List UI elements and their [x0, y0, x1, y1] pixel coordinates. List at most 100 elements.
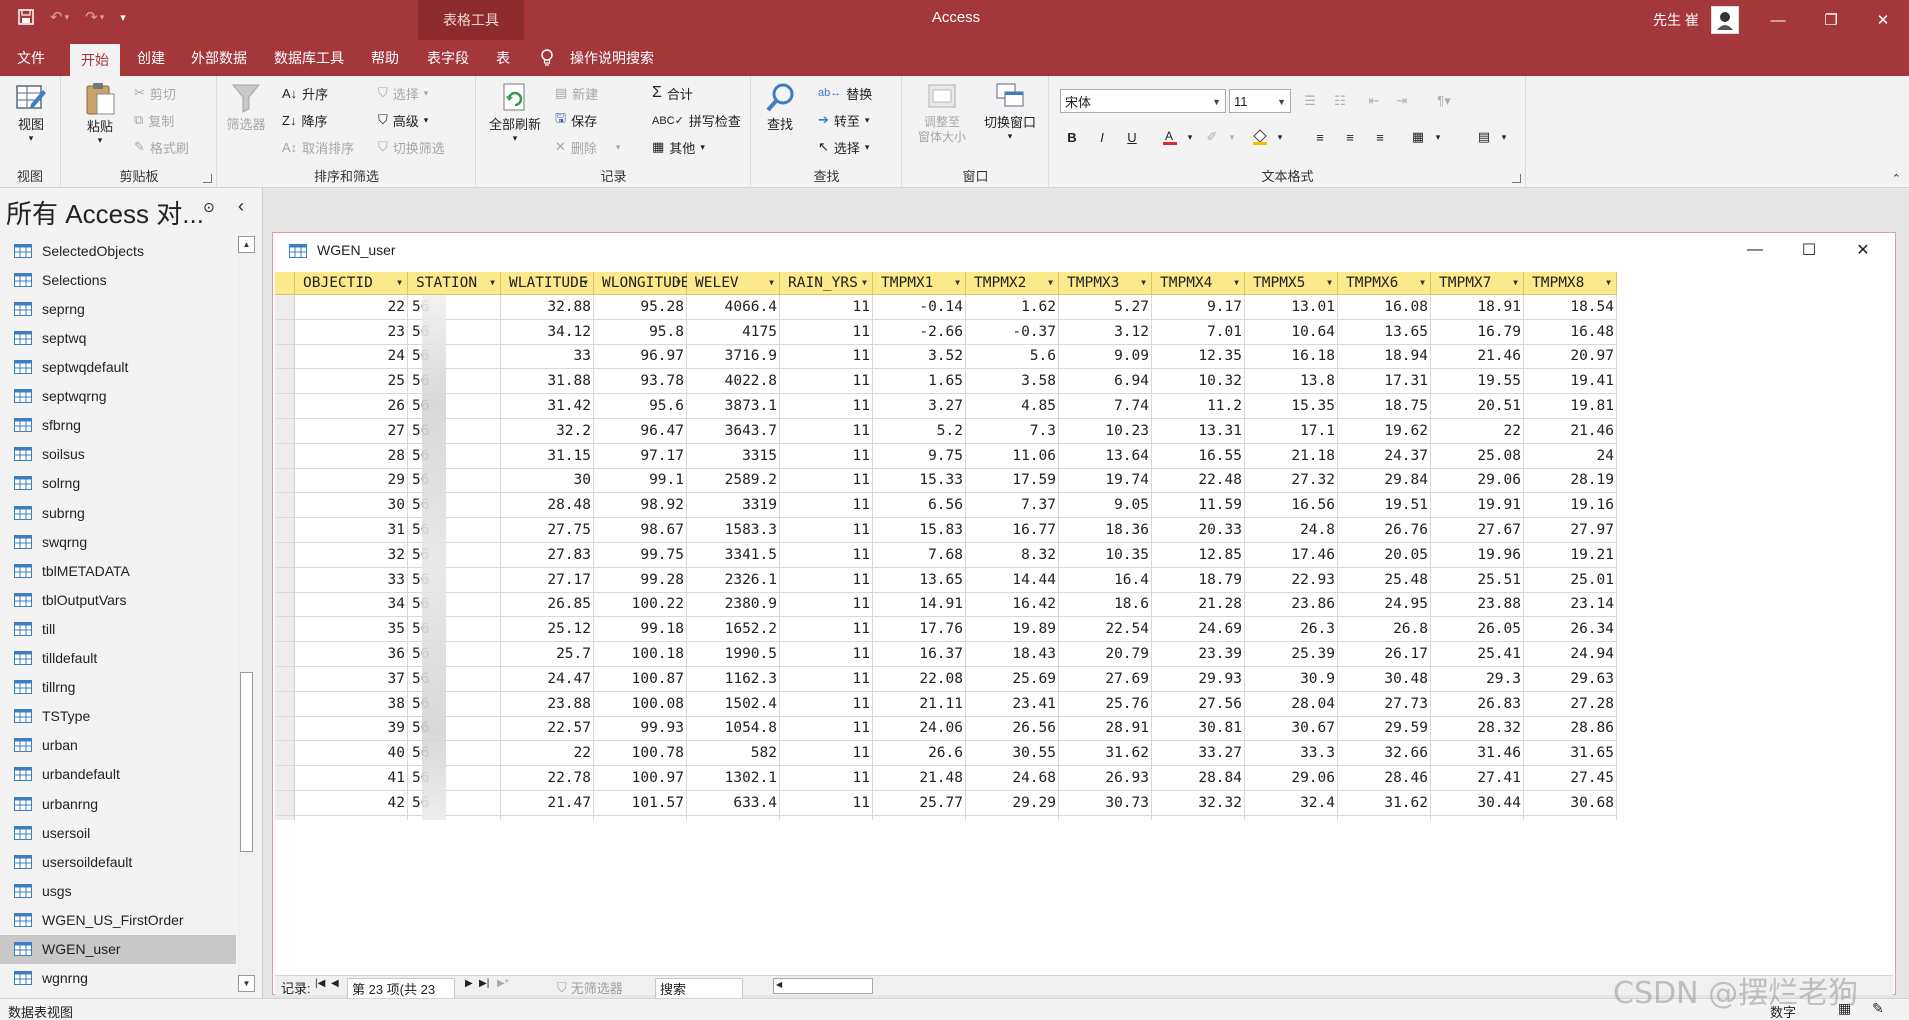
font-name-combo[interactable]: 宋体 ▼ [1060, 89, 1226, 113]
column-header[interactable]: WLATITUDE ▼ [501, 272, 594, 295]
table-cell[interactable]: 95.6 [594, 394, 687, 419]
table-cell[interactable]: 11 [780, 815, 873, 820]
table-cell[interactable]: 34.12 [501, 319, 594, 345]
previous-record-icon[interactable]: ◀ [331, 978, 339, 989]
table-cell[interactable]: 31.42 [501, 394, 594, 419]
table-cell[interactable]: 3.12 [1059, 319, 1152, 345]
table-cell[interactable]: 29.84 [1338, 468, 1431, 494]
column-dropdown-icon[interactable]: ▼ [1141, 278, 1146, 287]
table-cell[interactable]: 11 [780, 617, 873, 643]
row-selector[interactable] [275, 716, 295, 742]
row-selector[interactable] [275, 791, 295, 816]
table-cell[interactable]: 3873.1 [687, 394, 780, 419]
table-cell[interactable]: 7.01 [1152, 319, 1245, 345]
collapse-ribbon-icon[interactable]: ⌃ [1892, 172, 1901, 185]
nav-item[interactable]: usersoildefault [0, 847, 236, 876]
table-cell[interactable]: 97.17 [594, 443, 687, 469]
table-cell[interactable]: 11 [780, 493, 873, 519]
row-selector[interactable] [275, 667, 295, 692]
table-cell[interactable]: 30.9 [1245, 667, 1338, 692]
row-selector[interactable] [275, 419, 295, 444]
chevron-down-icon[interactable]: ▾ [1268, 126, 1292, 148]
table-cell[interactable]: 19.89 [966, 617, 1059, 643]
table-cell[interactable]: 33.27 [1152, 741, 1245, 767]
table-cell[interactable]: 3315 [687, 443, 780, 469]
nav-item[interactable]: rterng [0, 230, 236, 236]
column-header[interactable]: TMPMX4 ▼ [1152, 272, 1245, 295]
table-cell[interactable]: 9.09 [1059, 344, 1152, 370]
selection-button[interactable]: ⛉ 选择 ▾ [378, 82, 428, 104]
column-dropdown-icon[interactable]: ▼ [955, 278, 960, 287]
select-all-corner[interactable] [275, 272, 295, 295]
table-cell[interactable]: 6.56 [873, 493, 966, 519]
table-cell[interactable]: 26.76 [1338, 518, 1431, 543]
table-cell[interactable]: 26.8 [1338, 617, 1431, 643]
column-header[interactable]: TMPMX8 ▼ [1524, 272, 1617, 295]
first-record-icon[interactable]: |◀ [315, 978, 325, 989]
tab-file[interactable]: 文件 [6, 40, 56, 76]
table-cell[interactable]: 17.59 [966, 468, 1059, 494]
last-record-icon[interactable]: ▶| [479, 978, 489, 989]
nav-item[interactable]: seprng [0, 294, 236, 323]
table-cell[interactable]: 18.43 [966, 642, 1059, 667]
table-cell[interactable]: 33 [295, 567, 408, 593]
close-button[interactable]: ✕ [1860, 0, 1906, 40]
column-header[interactable]: TMPMX2 ▼ [966, 272, 1059, 295]
tab-home[interactable]: 开始 [70, 44, 120, 76]
column-header[interactable]: TMPMX7 ▼ [1431, 272, 1524, 295]
row-selector[interactable] [275, 295, 295, 320]
table-cell[interactable]: 21.48 [873, 766, 966, 791]
nav-scrollbar[interactable]: ▲ ▼ [238, 236, 255, 992]
toggle-filter-button[interactable]: ⛉ 切换筛选 [378, 136, 445, 158]
table-cell[interactable]: 27.96 [1524, 815, 1617, 820]
nav-item[interactable]: tblMETADATA [0, 556, 236, 585]
table-cell[interactable]: 25.48 [1338, 567, 1431, 593]
table-cell[interactable]: 3319 [687, 493, 780, 519]
table-cell[interactable]: 10.64 [1245, 319, 1338, 345]
table-cell[interactable]: 17.76 [873, 617, 966, 643]
table-cell[interactable]: 3.27 [873, 394, 966, 419]
table-cell[interactable]: 17.1 [1245, 419, 1338, 444]
table-cell[interactable]: 18.91 [1431, 295, 1524, 320]
redo-icon[interactable]: ↷ ▾ [85, 8, 104, 26]
table-cell[interactable]: 13.01 [1245, 295, 1338, 320]
delete-record-button[interactable]: ✕ 删除 ▾ [555, 136, 620, 158]
column-dropdown-icon[interactable]: ▼ [1234, 278, 1239, 287]
table-cell[interactable]: 26 [295, 394, 408, 419]
nav-item[interactable]: swqrng [0, 527, 236, 556]
table-cell[interactable]: 99.18 [594, 617, 687, 643]
table-cell[interactable]: 14.91 [873, 592, 966, 618]
table-cell[interactable]: 22 [295, 295, 408, 320]
table-cell[interactable]: 22.57 [501, 716, 594, 742]
table-cell[interactable]: 29.29 [966, 791, 1059, 816]
table-cell[interactable]: 4.85 [966, 394, 1059, 419]
table-cell[interactable]: 30 [501, 468, 594, 494]
table-cell[interactable]: -2.66 [873, 319, 966, 345]
table-cell[interactable]: 5.27 [1059, 295, 1152, 320]
table-cell[interactable]: 11 [780, 766, 873, 791]
table-cell[interactable]: 24.68 [966, 766, 1059, 791]
table-cell[interactable]: 39 [295, 716, 408, 742]
table-cell[interactable]: 99.93 [594, 716, 687, 742]
align-right-icon[interactable]: ≡ [1368, 126, 1392, 148]
clear-sort-button[interactable]: A↕ 取消排序 [282, 136, 354, 158]
table-cell[interactable]: 11 [780, 443, 873, 469]
table-cell[interactable]: 7.37 [966, 493, 1059, 519]
table-cell[interactable]: 27.73 [1338, 691, 1431, 717]
restore-button[interactable]: ❐ [1808, 0, 1854, 40]
table-cell[interactable]: 13.65 [873, 567, 966, 593]
row-selector[interactable] [275, 741, 295, 767]
table-cell[interactable]: 41 [295, 766, 408, 791]
nav-item[interactable]: septwqdefault [0, 353, 236, 382]
table-cell[interactable]: 22.58 [501, 815, 594, 820]
table-cell[interactable]: 12.85 [1152, 543, 1245, 568]
table-cell[interactable]: 1.65 [873, 369, 966, 395]
table-cell[interactable]: 10.35 [1059, 543, 1152, 568]
nav-item[interactable]: septwq [0, 323, 236, 352]
replace-button[interactable]: ab↔ 替换 [818, 82, 872, 104]
table-cell[interactable]: 31.46 [1431, 741, 1524, 767]
table-cell[interactable]: 13.31 [1152, 419, 1245, 444]
table-cell[interactable]: 1162.3 [687, 667, 780, 692]
table-cell[interactable]: 26.56 [966, 716, 1059, 742]
underline-icon[interactable]: U [1120, 126, 1144, 148]
